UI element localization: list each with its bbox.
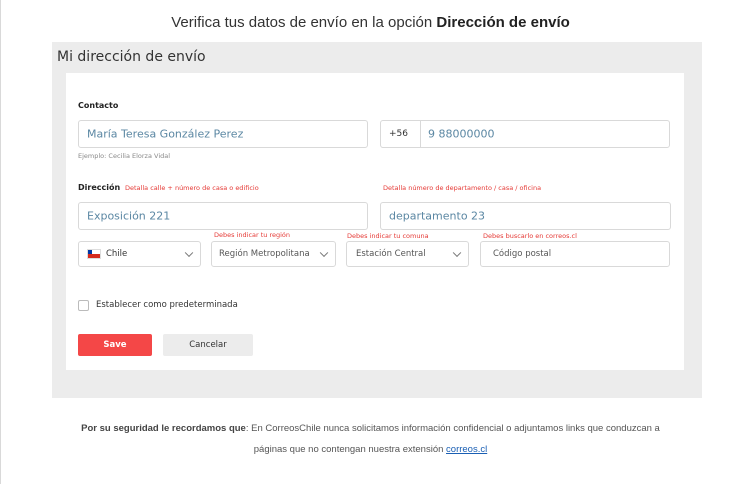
page-headline: Verifica tus datos de envío en la opción… (0, 14, 741, 31)
security-notice-text: : En CorreosChile nunca solicitamos info… (245, 423, 660, 434)
phone-value: 9 88000000 (428, 127, 495, 141)
phone-prefix: +56 (389, 129, 408, 139)
security-notice-text2: páginas que no contengan nuestra extensi… (253, 444, 447, 455)
commune-error: Debes indicar tu comuna (347, 232, 429, 240)
apartment-hint: Detalla número de departamento / casa / … (383, 184, 542, 192)
name-value: María Teresa González Perez (87, 127, 244, 141)
postal-code-input[interactable]: Código postal (480, 241, 670, 267)
cancel-button[interactable]: Cancelar (163, 334, 253, 356)
apartment-value: departamento 23 (389, 209, 486, 223)
street-input[interactable]: Exposición 221 (78, 202, 368, 230)
street-value: Exposición 221 (87, 209, 171, 223)
headline-bold: Dirección de envío (436, 14, 570, 31)
chevron-down-icon (319, 248, 329, 258)
name-example-hint: Ejemplo: Cecilia Elorza Vidal (78, 152, 171, 160)
region-error: Debes indicar tu región (214, 231, 291, 239)
security-notice-line2: páginas que no contengan nuestra extensi… (0, 444, 741, 455)
correos-link[interactable]: correos.cl (446, 444, 487, 455)
street-hint: Detalla calle + número de casa o edifici… (125, 184, 259, 192)
postal-error: Debes buscarlo en correos.cl (483, 232, 577, 240)
security-notice-bold: Por su seguridad le recordamos que (81, 423, 246, 434)
phone-input[interactable]: +56 9 88000000 (380, 120, 670, 148)
security-notice: Por su seguridad le recordamos que: En C… (0, 423, 741, 434)
chevron-down-icon (184, 248, 194, 258)
save-button[interactable]: Save (78, 334, 152, 356)
apartment-input[interactable]: departamento 23 (380, 202, 671, 230)
commune-value: Estación Central (356, 249, 426, 259)
contact-label: Contacto (78, 101, 119, 110)
commune-select[interactable]: Estación Central (346, 241, 469, 267)
region-value: Región Metropolitana (219, 249, 310, 259)
region-select[interactable]: Región Metropolitana (211, 241, 336, 267)
country-select[interactable]: Chile (78, 241, 201, 267)
country-value: Chile (106, 249, 128, 259)
postal-placeholder: Código postal (493, 249, 552, 259)
chile-flag-icon (87, 249, 101, 259)
panel-title: Mi dirección de envío (57, 49, 206, 65)
phone-divider (420, 121, 421, 147)
left-border (0, 0, 1, 484)
default-checkbox-label[interactable]: Establecer como predeterminada (96, 300, 238, 310)
name-input[interactable]: María Teresa González Perez (78, 120, 368, 148)
chevron-down-icon (452, 248, 462, 258)
default-checkbox[interactable] (78, 300, 89, 311)
headline-lead: Verifica tus datos de envío en la opción (171, 14, 437, 31)
address-label: Dirección (78, 183, 121, 192)
